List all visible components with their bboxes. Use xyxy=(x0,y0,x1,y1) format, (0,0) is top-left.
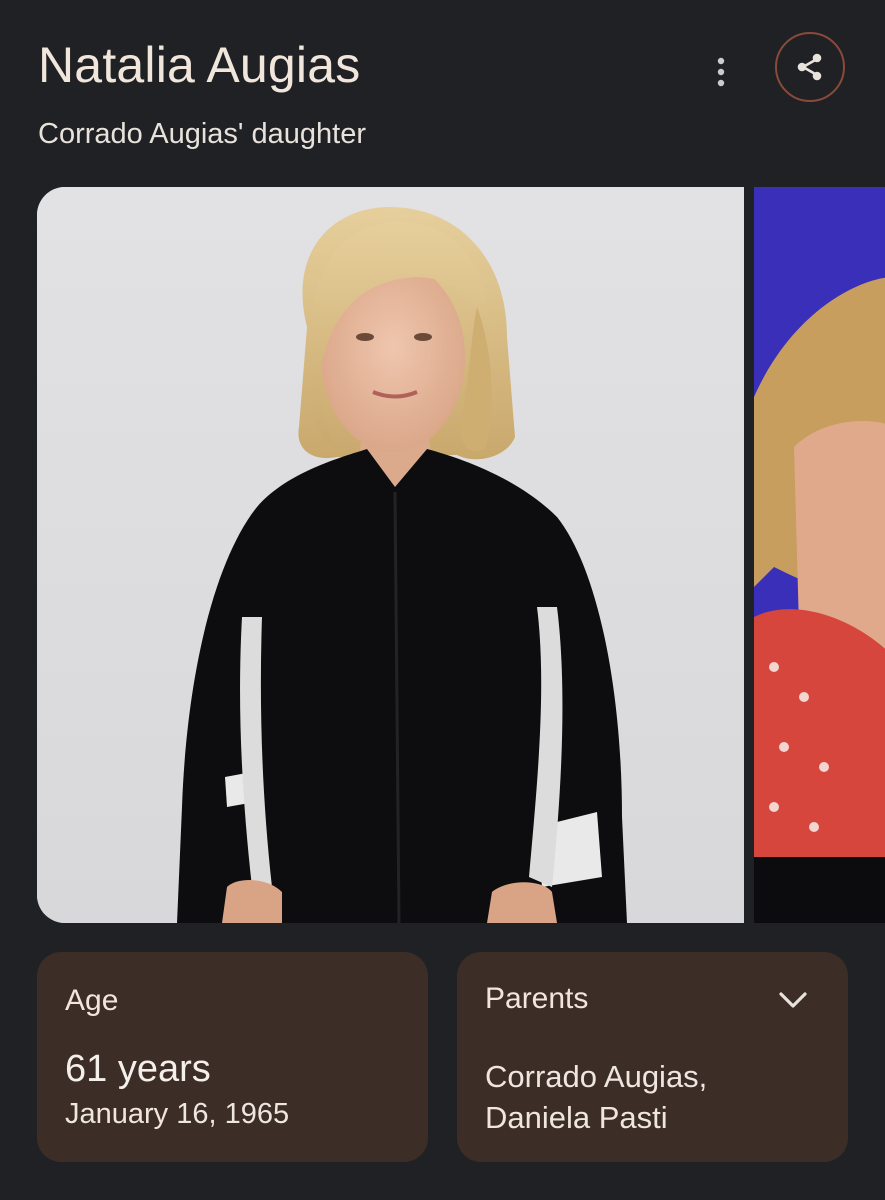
age-value: 61 years xyxy=(65,1048,211,1090)
more-vertical-icon xyxy=(717,57,725,87)
expand-parents-button[interactable] xyxy=(775,982,811,1018)
parents-card[interactable]: Parents Corrado Augias, Daniela Pasti xyxy=(457,952,848,1162)
image-carousel[interactable] xyxy=(37,187,885,923)
parent-name[interactable]: Corrado Augias, xyxy=(485,1056,707,1097)
parent-name[interactable]: Daniela Pasti xyxy=(485,1097,707,1138)
page-title: Natalia Augias xyxy=(38,37,361,93)
age-card[interactable]: Age 61 years January 16, 1965 xyxy=(37,952,428,1162)
age-label: Age xyxy=(65,984,119,1017)
share-icon xyxy=(797,53,822,81)
page-subtitle: Corrado Augias' daughter xyxy=(38,118,366,150)
main-photo[interactable] xyxy=(37,187,744,923)
more-options-button[interactable] xyxy=(700,50,742,94)
share-button[interactable] xyxy=(775,32,845,102)
parents-label: Parents xyxy=(485,982,589,1015)
secondary-photo[interactable] xyxy=(754,187,885,923)
secondary-photo-illustration xyxy=(754,187,885,923)
parents-names: Corrado Augias, Daniela Pasti xyxy=(485,1056,707,1138)
chevron-down-icon xyxy=(779,992,807,1008)
birth-date: January 16, 1965 xyxy=(65,1098,290,1130)
portrait-illustration xyxy=(37,187,744,923)
knowledge-panel: Natalia Augias Corrado Augias' daughter xyxy=(0,0,885,1200)
